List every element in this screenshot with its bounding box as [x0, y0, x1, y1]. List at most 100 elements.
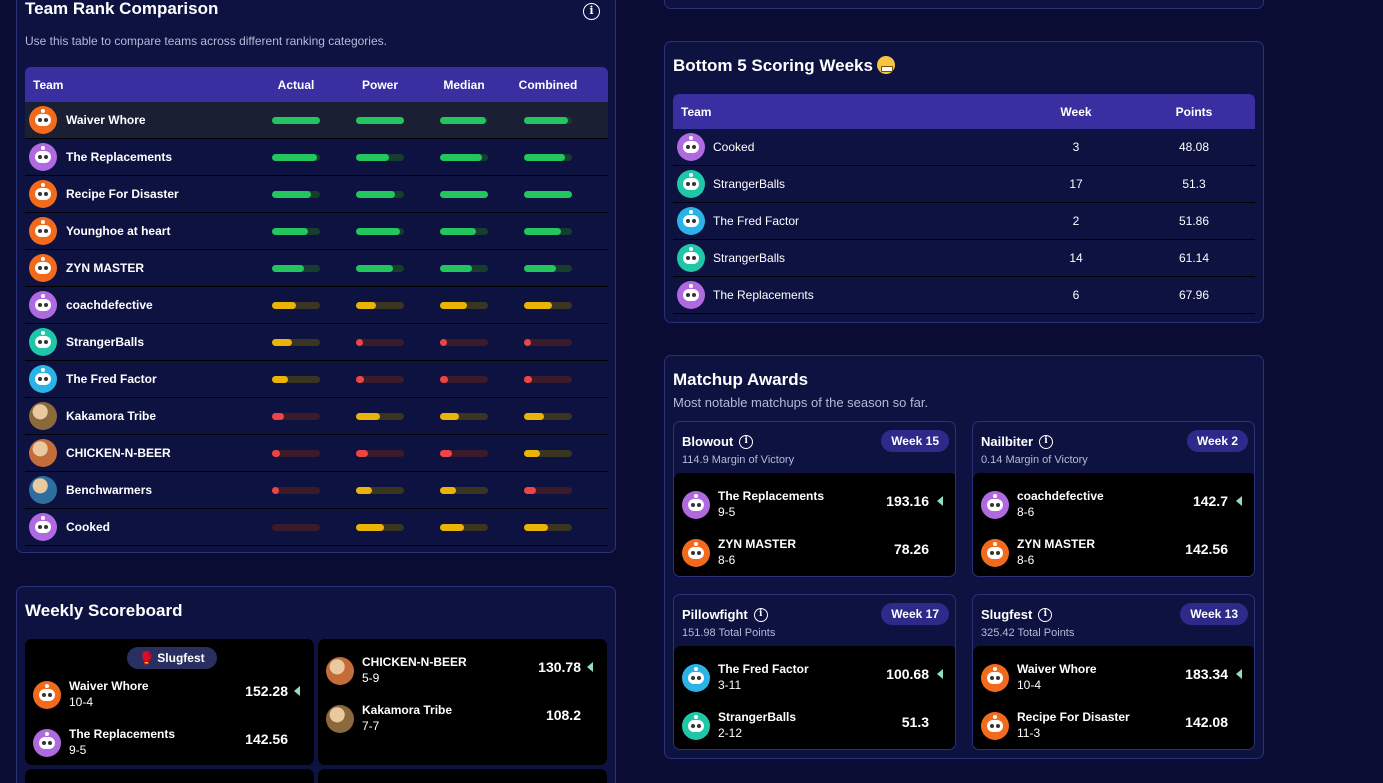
- team-score: 142.7: [1192, 493, 1228, 509]
- team-record: 10-4: [69, 695, 94, 709]
- combined-cell: [506, 301, 590, 309]
- team-name[interactable]: ZYN MASTER: [718, 537, 796, 551]
- team-name[interactable]: The Replacements: [69, 727, 175, 741]
- rank-bar-fill: [440, 153, 483, 161]
- award-blowout[interactable]: Blowout i 114.9 Margin of Victory Week 15 Th…: [673, 421, 956, 577]
- team-name[interactable]: The Replacements: [66, 150, 172, 164]
- scoreboard-team-row: Kakamora Tribe 7-7 108.2: [326, 699, 599, 739]
- table-row[interactable]: Cooked: [25, 509, 608, 546]
- team-name[interactable]: CHICKEN-N-BEER: [66, 446, 171, 460]
- table-row[interactable]: Younghoe at heart: [25, 213, 608, 250]
- team-name[interactable]: Cooked: [713, 140, 754, 154]
- team-avatar: [29, 439, 57, 467]
- award-pillowfight[interactable]: Pillowfight i 151.98 Total Points Week 17 Th…: [673, 594, 956, 750]
- median-cell: [422, 523, 506, 531]
- rank-bar-fill: [524, 153, 566, 161]
- rank-bar-fill: [524, 412, 545, 420]
- team-name[interactable]: Recipe For Disaster: [1017, 710, 1130, 724]
- team-name[interactable]: Waiver Whore: [66, 113, 146, 127]
- rank-table-body: Waiver Whore The Replacements Recipe For D…: [25, 102, 608, 546]
- median-cell: [422, 375, 506, 383]
- team-record: 7-7: [362, 719, 380, 733]
- team-avatar: [677, 281, 705, 309]
- team-name[interactable]: StrangerBalls: [718, 710, 796, 724]
- col-header-actual[interactable]: Actual: [254, 78, 338, 92]
- power-rank-bar: [356, 153, 404, 161]
- actual-cell: [254, 523, 338, 531]
- team-name[interactable]: Younghoe at heart: [66, 224, 170, 238]
- award-nailbiter[interactable]: Nailbiter i 0.14 Margin of Victory Week 2 co…: [972, 421, 1255, 577]
- table-row: The Fred Factor 2 51.86: [673, 203, 1255, 240]
- power-cell: [338, 301, 422, 309]
- table-row[interactable]: The Replacements: [25, 139, 608, 176]
- team-name[interactable]: The Fred Factor: [66, 372, 157, 386]
- table-row[interactable]: coachdefective: [25, 287, 608, 324]
- rank-bar-fill: [272, 375, 288, 383]
- award-description: 325.42 Total Points: [981, 627, 1075, 639]
- table-row[interactable]: Waiver Whore: [25, 102, 608, 139]
- table-row[interactable]: Benchwarmers: [25, 472, 608, 509]
- info-icon[interactable]: i: [1038, 607, 1053, 622]
- team-name[interactable]: Cooked: [66, 520, 110, 534]
- scoreboard-matchup-peek: [318, 769, 607, 783]
- info-icon[interactable]: i: [583, 3, 600, 20]
- winner-arrow-icon: [937, 496, 943, 506]
- table-row[interactable]: CHICKEN-N-BEER: [25, 435, 608, 472]
- median-cell: [422, 486, 506, 494]
- team-name[interactable]: The Fred Factor: [718, 662, 809, 676]
- rank-bar-fill: [356, 449, 368, 457]
- team-name[interactable]: StrangerBalls: [66, 335, 144, 349]
- team-name[interactable]: The Replacements: [713, 288, 814, 302]
- team-cell: The Fred Factor: [673, 207, 1017, 235]
- team-name[interactable]: Kakamora Tribe: [66, 409, 156, 423]
- team-name[interactable]: StrangerBalls: [713, 177, 785, 191]
- team-cell: The Fred Factor: [25, 365, 254, 393]
- team-name[interactable]: ZYN MASTER: [1017, 537, 1095, 551]
- table-row[interactable]: The Fred Factor: [25, 361, 608, 398]
- power-cell: [338, 375, 422, 383]
- scoreboard-matchup[interactable]: 🥊 Slugfest Waiver Whore 10-4 152.28 The Repl…: [25, 639, 314, 765]
- rank-bar-fill: [524, 338, 531, 346]
- info-icon[interactable]: i: [739, 434, 754, 449]
- team-avatar: [677, 170, 705, 198]
- col-header-team[interactable]: Team: [25, 78, 254, 92]
- table-row: Cooked 3 48.08: [673, 129, 1255, 166]
- team-name[interactable]: ZYN MASTER: [66, 261, 144, 275]
- info-icon[interactable]: i: [753, 607, 768, 622]
- award-slugfest[interactable]: Slugfest i 325.42 Total Points Week 13 Waive…: [972, 594, 1255, 750]
- table-row[interactable]: ZYN MASTER: [25, 250, 608, 287]
- team-name[interactable]: StrangerBalls: [713, 251, 785, 265]
- rank-table: Team Actual Power Median Combined Waiver…: [25, 67, 608, 546]
- team-avatar: [29, 513, 57, 541]
- team-name[interactable]: coachdefective: [1017, 489, 1104, 503]
- team-name[interactable]: The Replacements: [718, 489, 824, 503]
- team-name[interactable]: coachdefective: [66, 298, 153, 312]
- power-rank-bar: [356, 486, 404, 494]
- col-header-combined[interactable]: Combined: [506, 78, 590, 92]
- team-name[interactable]: Recipe For Disaster: [66, 187, 179, 201]
- median-cell: [422, 116, 506, 124]
- col-header-power[interactable]: Power: [338, 78, 422, 92]
- median-rank-bar: [440, 412, 488, 420]
- award-name: Slugfest i: [981, 607, 1053, 622]
- scoreboard-team-row: CHICKEN-N-BEER 5-9 130.78: [326, 651, 599, 691]
- team-avatar: [29, 106, 57, 134]
- team-name[interactable]: Kakamora Tribe: [362, 703, 452, 717]
- team-cell: The Replacements: [25, 143, 254, 171]
- info-icon[interactable]: i: [1039, 434, 1054, 449]
- table-row[interactable]: StrangerBalls: [25, 324, 608, 361]
- col-header-median[interactable]: Median: [422, 78, 506, 92]
- scoreboard-matchup[interactable]: CHICKEN-N-BEER 5-9 130.78 Kakamora Tribe 7-7…: [318, 639, 607, 765]
- team-name[interactable]: The Fred Factor: [713, 214, 799, 228]
- team-avatar: [682, 491, 710, 519]
- scoreboard-title: Weekly Scoreboard: [25, 601, 183, 620]
- team-name[interactable]: CHICKEN-N-BEER: [362, 655, 467, 669]
- rank-bar-fill: [272, 227, 308, 235]
- team-name[interactable]: Waiver Whore: [1017, 662, 1097, 676]
- table-row[interactable]: Recipe For Disaster: [25, 176, 608, 213]
- table-row[interactable]: Kakamora Tribe: [25, 398, 608, 435]
- combined-cell: [506, 449, 590, 457]
- team-name[interactable]: Waiver Whore: [69, 679, 149, 693]
- rank-bar-fill: [356, 116, 404, 124]
- team-name[interactable]: Benchwarmers: [66, 483, 152, 497]
